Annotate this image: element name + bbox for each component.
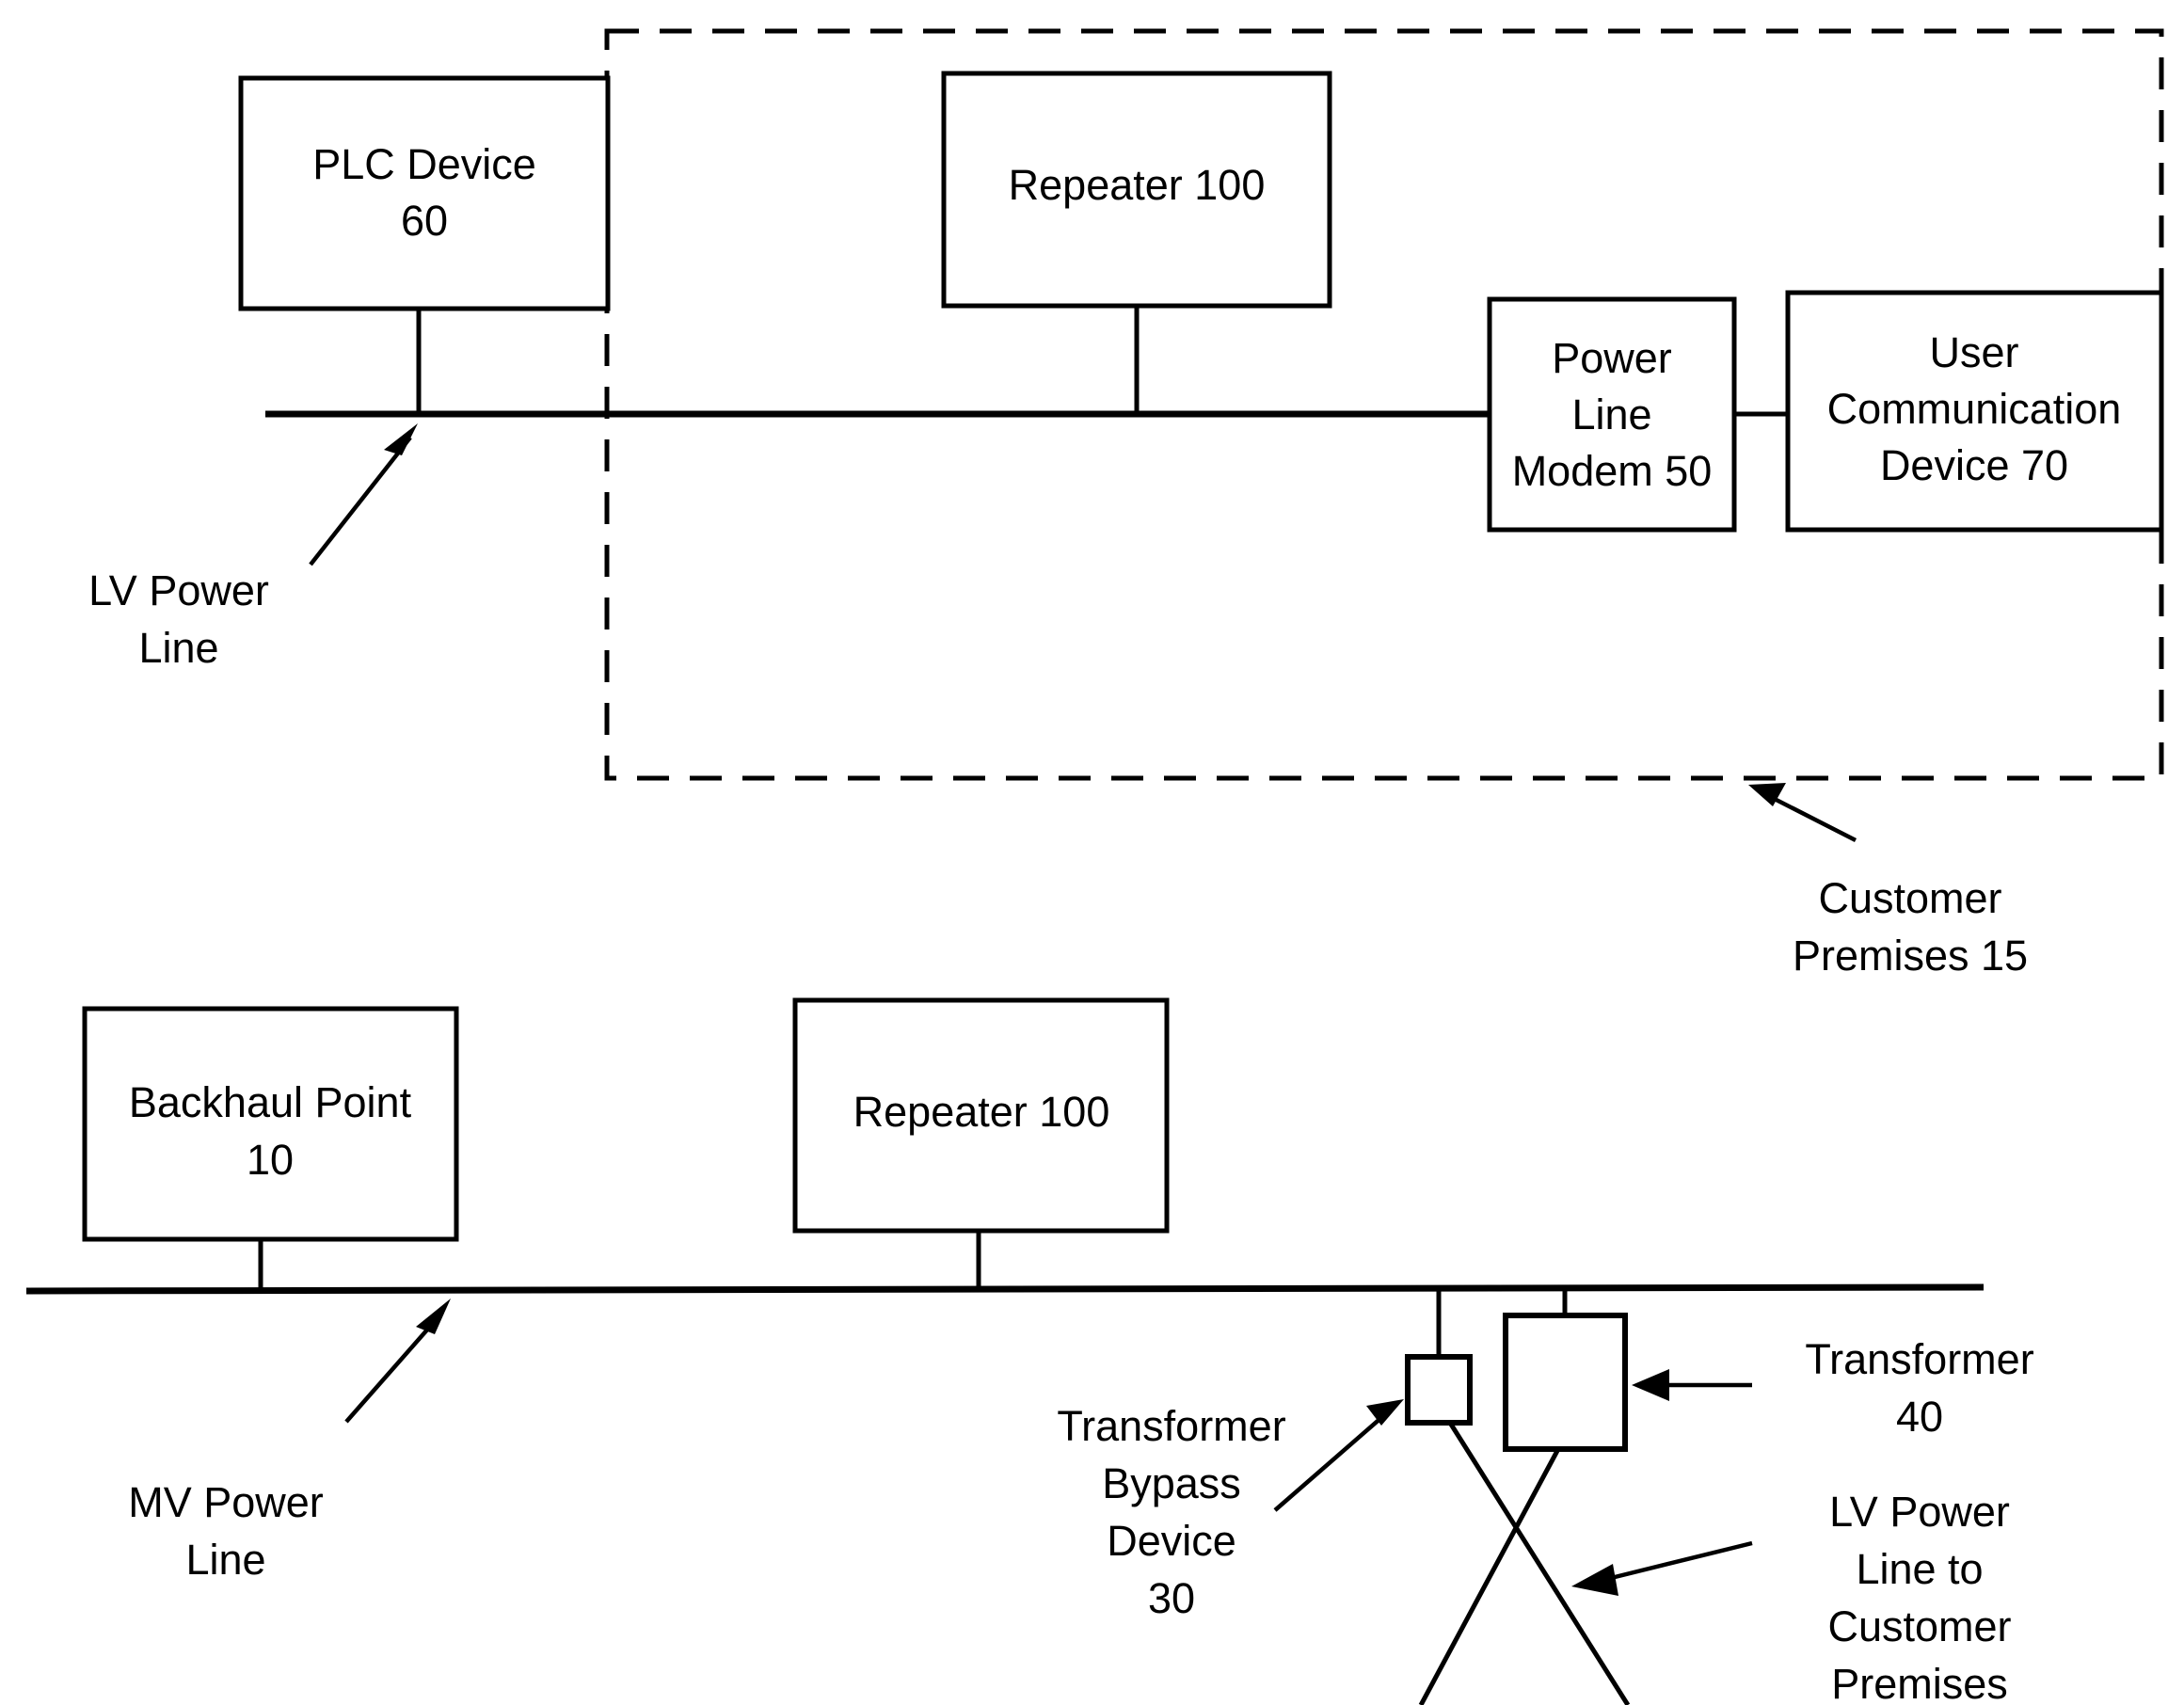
bypass-device-service-line (1447, 1421, 1631, 1705)
transformer-bypass-device-label-line1: Transformer (1057, 1402, 1285, 1450)
lv-power-line-leader (309, 423, 418, 566)
diagram-svg: PLC Device 60 Repeater 100 Power Line Mo… (25, 28, 2164, 1705)
plc-device-label-line1: PLC Device (312, 140, 536, 188)
plc-device-label-line2: 60 (401, 197, 448, 245)
transformer-bypass-device-arrow-head (1366, 1399, 1404, 1426)
backhaul-point-box[interactable]: Backhaul Point 10 (82, 1006, 459, 1242)
user-communication-device-label-line3: Device 70 (1880, 441, 2068, 489)
customer-premises-leader (1748, 783, 1857, 843)
repeater-lower-label: Repeater 100 (853, 1088, 1110, 1136)
power-line-modem-label-line2: Line (1571, 390, 1651, 438)
plc-device-box[interactable]: PLC Device 60 (238, 75, 611, 311)
lv-power-line-label-line1: LV Power (88, 566, 269, 614)
transformer-bypass-device-label-line2: Bypass (1102, 1459, 1241, 1507)
lv-line-to-customer-premises-leader-line (1599, 1540, 1753, 1584)
transformer-bypass-device-label-line3: Device (1107, 1517, 1236, 1565)
transformer-arrow-head (1632, 1369, 1669, 1401)
mv-power-line-bus (25, 1283, 1985, 1295)
lv-line-to-customer-premises-label-line1: LV Power (1829, 1488, 2010, 1536)
lv-power-line-arrow-head (384, 423, 418, 455)
transformer-bypass-device-leader-line (1273, 1408, 1393, 1512)
lv-line-to-customer-premises-leader (1571, 1540, 1753, 1596)
lv-line-to-customer-premises-label-line2: Line to (1856, 1545, 1983, 1593)
mv-power-line-leader (344, 1299, 451, 1424)
lv-line-to-customer-premises-arrow-head (1571, 1564, 1618, 1596)
transformer-rect[interactable] (1503, 1313, 1628, 1452)
lv-line-to-customer-premises-label-line3: Customer (1827, 1602, 2011, 1650)
backhaul-point-label-line2: 10 (247, 1136, 294, 1184)
mv-power-line-label-line1: MV Power (128, 1478, 324, 1526)
power-line-modem-label-line3: Modem 50 (1512, 447, 1713, 495)
backhaul-point-label-line1: Backhaul Point (129, 1078, 412, 1126)
mv-power-line-label-line2: Line (185, 1536, 265, 1584)
repeater-lower-box[interactable]: Repeater 100 (792, 997, 1170, 1234)
user-communication-device-label-line1: User (1929, 328, 2018, 376)
repeater-upper-label: Repeater 100 (1009, 161, 1266, 209)
transformer-label-line2: 40 (1896, 1393, 1943, 1441)
customer-premises-label-line1: Customer (1818, 874, 2001, 922)
transformer-leader (1632, 1369, 1752, 1401)
transformer-box[interactable] (1503, 1313, 1628, 1452)
lv-power-line-label-line2: Line (138, 624, 218, 672)
repeater-upper-box[interactable]: Repeater 100 (941, 71, 1332, 309)
power-line-modem-label-line1: Power (1552, 334, 1672, 382)
transformer-label-line1: Transformer (1805, 1335, 2033, 1383)
transformer-bypass-device-leader (1273, 1399, 1404, 1512)
plc-device-rect[interactable] (238, 75, 611, 311)
transformer-bypass-device-rect[interactable] (1405, 1354, 1473, 1426)
figure-canvas: PLC Device 60 Repeater 100 Power Line Mo… (0, 0, 2184, 1705)
lv-power-line-leader-line (309, 436, 412, 566)
customer-premises-label-line2: Premises 15 (1793, 932, 2028, 980)
transformer-bypass-device-box[interactable] (1405, 1354, 1473, 1426)
user-communication-device-label-line2: Communication (1827, 385, 2122, 433)
power-line-modem-box[interactable]: Power Line Modem 50 (1487, 296, 1737, 533)
mv-power-line-arrow-head (416, 1299, 451, 1334)
transformer-bypass-device-label-line4: 30 (1148, 1574, 1195, 1622)
lv-line-to-customer-premises-label-line4: Premises (1831, 1660, 2008, 1705)
user-communication-device-box[interactable]: User Communication Device 70 (1785, 290, 2164, 533)
